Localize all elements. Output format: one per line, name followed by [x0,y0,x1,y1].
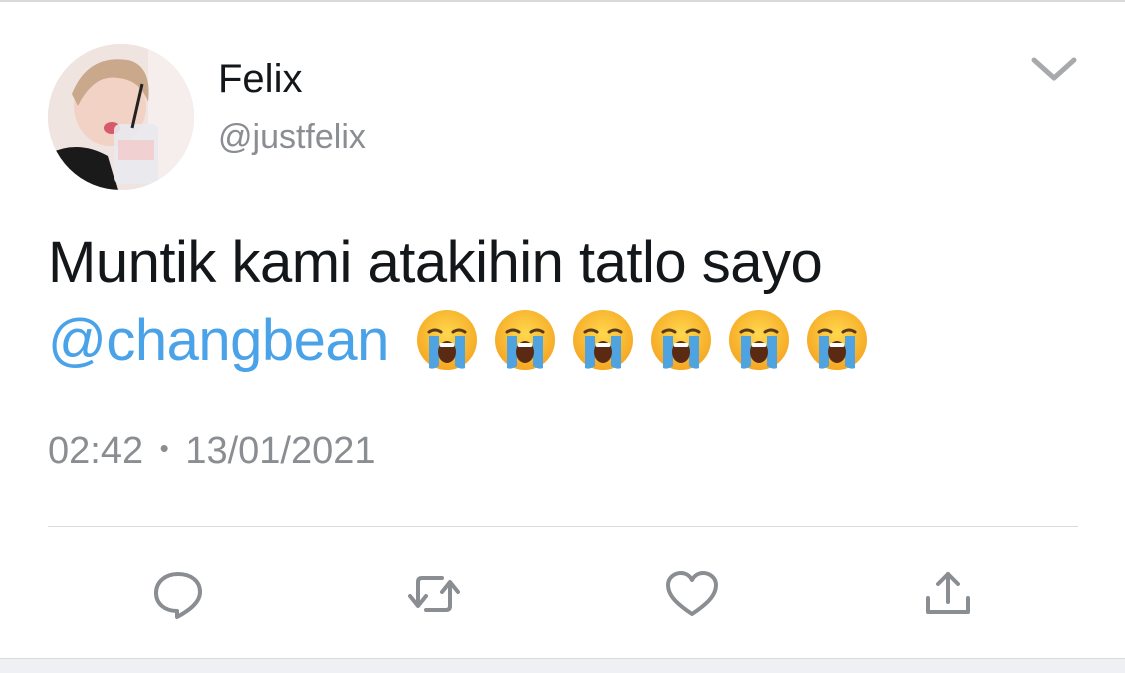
loudly-crying-face-icon [728,310,789,371]
loudly-crying-face-icon [416,310,477,371]
reply-icon[interactable] [150,568,206,620]
mention-link[interactable]: @changbean [48,308,389,373]
emoji-row [415,298,883,376]
loudly-crying-face-icon [650,310,711,371]
user-handle[interactable]: @justfelix [218,118,366,157]
top-border [0,0,1125,2]
timestamp: 02:42 • 13/01/2021 [48,430,376,473]
tweet-time: 02:42 [48,430,144,472]
tweet-text: Muntik kami atakihin tatlo sayo [48,230,823,295]
avatar-image [48,44,194,190]
display-name[interactable]: Felix [218,57,302,102]
timestamp-separator: • [159,433,169,463]
bottom-bar [0,658,1125,673]
share-icon[interactable] [920,568,976,620]
tweet-date: 13/01/2021 [185,430,376,472]
chevron-down-icon[interactable] [1030,52,1078,86]
actions-divider [48,526,1078,527]
loudly-crying-face-icon [572,310,633,371]
tweet-body: Muntik kami atakihin tatlo sayo @changbe… [48,224,1088,384]
retweet-icon[interactable] [406,568,462,620]
loudly-crying-face-icon [806,310,867,371]
heart-icon[interactable] [664,568,720,620]
avatar[interactable] [48,44,194,190]
loudly-crying-face-icon [494,310,555,371]
